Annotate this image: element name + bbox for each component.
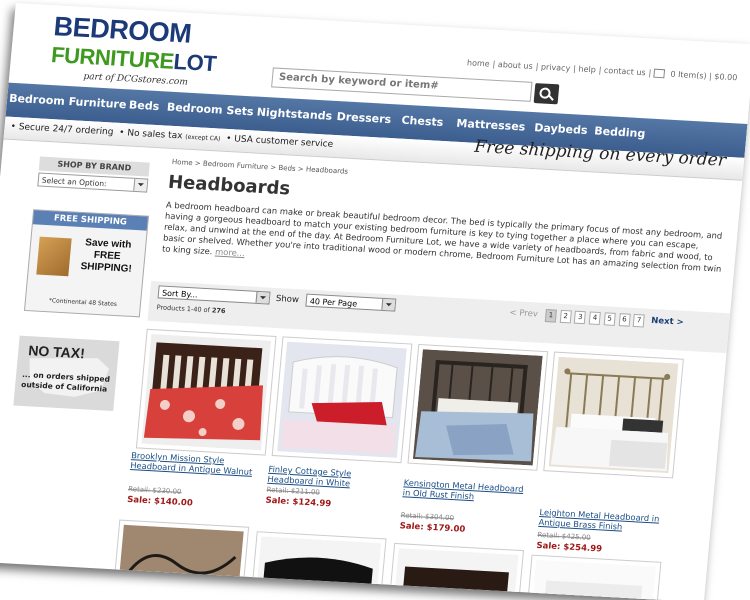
product-count: Products 1-40 of 276 xyxy=(156,303,225,315)
info-except-ca: (except CA) xyxy=(184,133,221,143)
continental-note: *Continental 48 States xyxy=(48,297,118,309)
nav-chests[interactable]: Chests xyxy=(401,114,444,129)
retail-price: Retail: $304.00 xyxy=(400,511,455,523)
nav-bedroom-sets[interactable]: Bedroom Sets xyxy=(166,101,254,119)
sale-price: Sale: $254.99 xyxy=(535,540,603,555)
headboard-image xyxy=(393,548,519,600)
top-link-contact[interactable]: contact us xyxy=(604,66,646,77)
info-usa-service: USA customer service xyxy=(233,134,334,150)
top-link-about[interactable]: about us xyxy=(497,60,533,71)
headboard-image xyxy=(141,334,272,451)
more-link[interactable]: more... xyxy=(215,246,246,258)
save-with-free-shipping: Save with FREE SHIPPING! xyxy=(75,237,140,276)
product-image-leighton[interactable] xyxy=(543,351,684,479)
chevron-down-icon xyxy=(255,291,270,304)
retail-price: Retail: $425.00 xyxy=(537,530,592,542)
screenshot-stage: BEDROOM FURNITURELOT part of DCGstores.c… xyxy=(0,0,750,600)
headboard-image xyxy=(531,559,656,600)
search-icon-handle xyxy=(548,95,554,101)
product-count-total: 276 xyxy=(211,306,226,316)
description-text: A bedroom headboard can make or break be… xyxy=(161,199,723,274)
headboard-image xyxy=(548,356,679,474)
product-card-row2[interactable] xyxy=(388,542,525,600)
search-input[interactable]: Search by keyword or item# xyxy=(271,67,533,102)
site-logo[interactable]: BEDROOM FURNITURELOT part of DCGstores.c… xyxy=(49,11,220,89)
chevron-down-icon xyxy=(133,178,148,192)
headboard-image xyxy=(277,341,407,458)
product-image-brooklyn[interactable] xyxy=(135,328,277,456)
page-3[interactable]: 3 xyxy=(574,310,587,325)
show-label: Show xyxy=(275,293,300,306)
page-1[interactable]: 1 xyxy=(544,309,558,323)
sale-price: Sale: $179.00 xyxy=(399,521,466,535)
product-card-row2[interactable] xyxy=(526,554,662,600)
nav-mattresses[interactable]: Mattresses xyxy=(456,117,526,134)
no-tax-promo[interactable]: NO TAX! ... on orders shipped outside of… xyxy=(13,335,120,412)
product-image-finley[interactable] xyxy=(271,336,413,464)
headboard-image xyxy=(118,524,244,588)
free-shipping-promo[interactable]: FREE SHIPPING Save with FREE SHIPPING! *… xyxy=(23,209,150,318)
headboard-image xyxy=(412,349,543,466)
top-link-home[interactable]: home xyxy=(467,58,490,68)
nav-daybeds[interactable]: Daybeds xyxy=(534,121,588,137)
page-2[interactable]: 2 xyxy=(559,309,572,324)
prev-page-link[interactable]: < Prev xyxy=(509,308,538,320)
nav-nightstands[interactable]: Nightstands xyxy=(256,106,332,123)
search-button[interactable] xyxy=(533,83,560,105)
pagination: < Prev 1 2 3 4 5 6 7 Next > xyxy=(509,307,684,330)
sale-price: Sale: $124.99 xyxy=(265,495,332,510)
cart-icon[interactable] xyxy=(653,68,666,79)
per-page-value: 40 Per Page xyxy=(309,296,358,309)
retail-price: Retail: $211.00 xyxy=(266,485,321,497)
page-5[interactable]: 5 xyxy=(603,312,616,326)
next-page-link[interactable]: Next > xyxy=(651,316,684,328)
sort-select[interactable]: Sort By... xyxy=(157,285,271,305)
page-7[interactable]: 7 xyxy=(632,313,646,328)
page-6[interactable]: 6 xyxy=(618,313,631,327)
cart-summary[interactable]: 0 Item(s) | $0.00 xyxy=(670,70,738,83)
web-page: BEDROOM FURNITURELOT part of DCGstores.c… xyxy=(0,2,750,600)
top-link-help[interactable]: help xyxy=(578,64,596,74)
top-link-privacy[interactable]: privacy xyxy=(541,62,571,73)
free-shipping-title: FREE SHIPPING xyxy=(32,210,148,231)
headboard-image xyxy=(256,536,382,599)
product-card-row2[interactable] xyxy=(113,519,250,589)
nav-bedding[interactable]: Bedding xyxy=(594,124,646,140)
boxes-icon xyxy=(36,236,72,277)
shipping-text: SHIPPING! xyxy=(80,260,133,275)
product-image-kensington[interactable] xyxy=(407,343,549,471)
per-page-select[interactable]: 40 Per Page xyxy=(305,293,397,312)
no-tax-title: NO TAX! xyxy=(27,342,86,362)
product-name-link[interactable]: Leighton Metal Headboard in Antique Bras… xyxy=(538,507,668,534)
product-name-link[interactable]: Kensington Metal Headboard in Old Rust F… xyxy=(402,477,532,504)
info-secure: Secure 24/7 ordering xyxy=(18,122,114,138)
nav-dressers[interactable]: Dressers xyxy=(336,110,392,126)
page-title: Headboards xyxy=(167,171,292,200)
retail-price: Retail: $230.00 xyxy=(127,484,182,496)
sale-price: Sale: $140.00 xyxy=(126,494,194,509)
chevron-down-icon xyxy=(381,298,396,311)
nav-beds[interactable]: Beds xyxy=(128,98,159,113)
logo-lot: LOT xyxy=(172,48,218,77)
category-description: A bedroom headboard can make or break be… xyxy=(162,200,726,286)
brand-select-value: Select an Option: xyxy=(41,175,107,189)
info-no-tax: No sales tax xyxy=(126,128,183,142)
nav-bedroom-furniture[interactable]: Bedroom Furniture xyxy=(9,92,127,112)
top-links: home | about us | privacy | help | contact u… xyxy=(466,58,738,83)
page-4[interactable]: 4 xyxy=(588,311,602,326)
sort-select-value: Sort By... xyxy=(161,288,199,300)
product-card-row2[interactable] xyxy=(251,531,387,600)
product-count-prefix: Products 1-40 of xyxy=(156,303,211,315)
